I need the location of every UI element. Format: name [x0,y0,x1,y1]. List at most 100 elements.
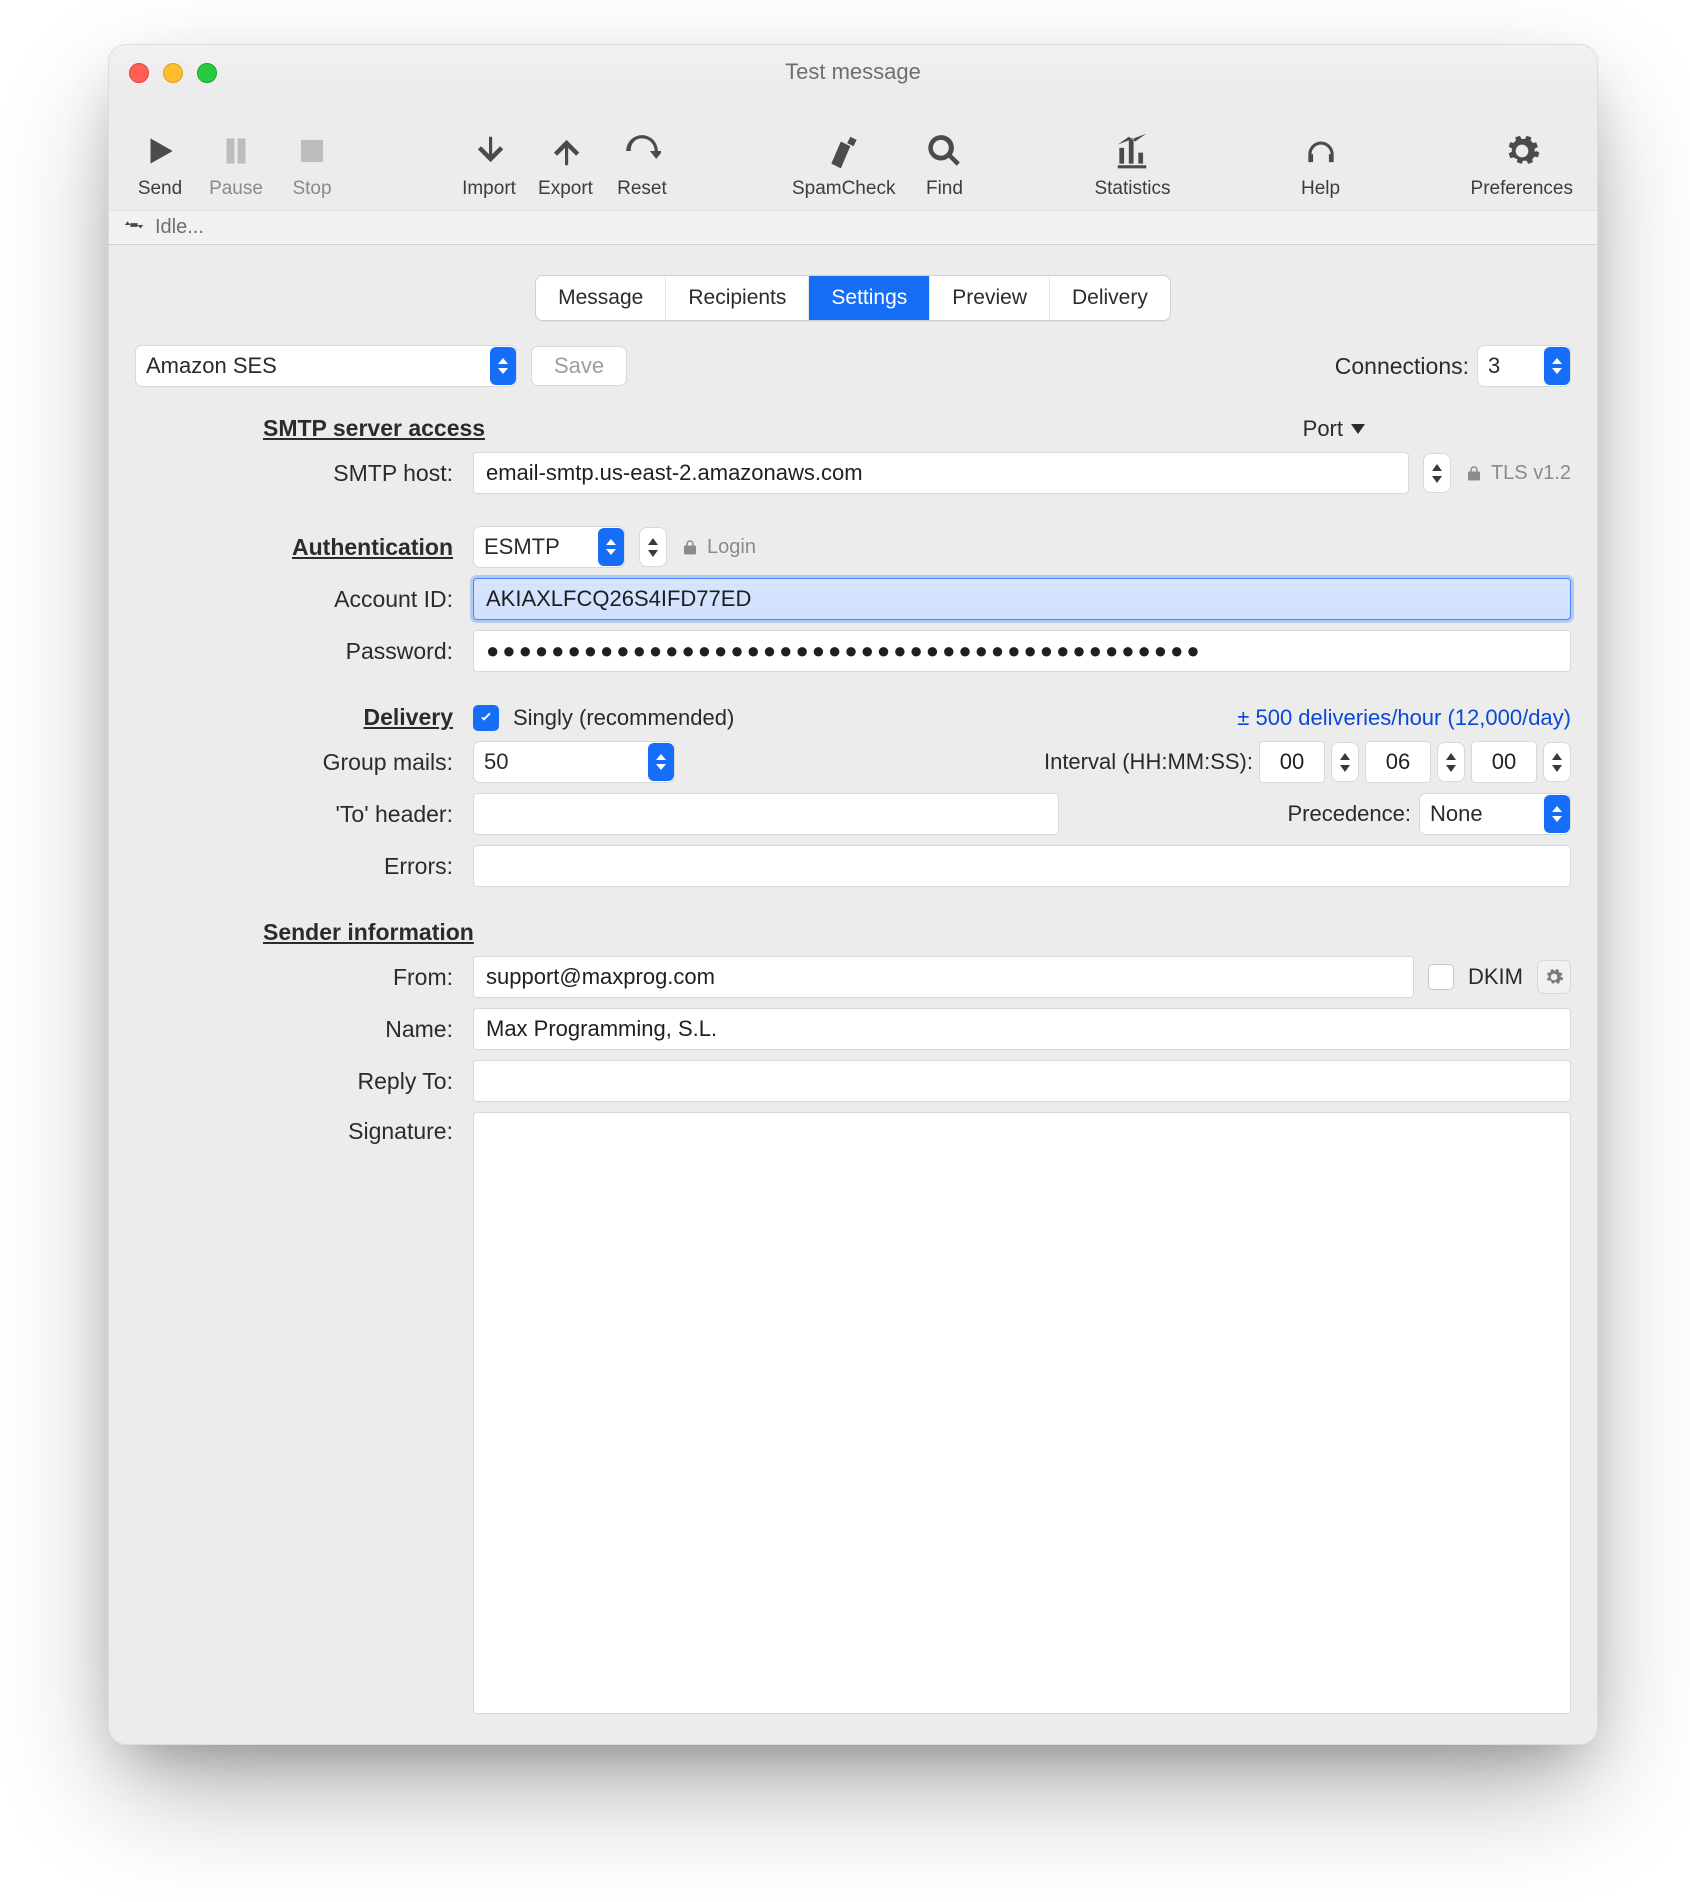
precedence-value: None [1420,801,1544,827]
account-id-input[interactable] [473,578,1571,620]
smtp-host-input[interactable] [473,452,1409,494]
interval-label: Interval (HH:MM:SS): [1044,749,1253,775]
interval-ss-stepper[interactable] [1543,742,1571,782]
save-button[interactable]: Save [531,346,627,386]
toolbar-label: Import [462,178,516,200]
status-text: Idle... [155,216,204,239]
brush-icon [825,132,863,170]
replyto-input[interactable] [473,1060,1571,1102]
precedence-select[interactable]: None [1419,793,1571,835]
chevron-updown-icon [648,743,674,781]
group-mails-value: 50 [474,749,648,775]
tls-label: TLS v1.2 [1491,462,1571,485]
search-icon [925,132,963,170]
group-mails-select[interactable]: 50 [473,741,675,783]
group-mails-label: Group mails: [135,749,459,776]
chevron-updown-icon [490,347,516,385]
tab-settings[interactable]: Settings [809,276,930,320]
close-icon[interactable] [129,63,149,83]
interval-mm-stepper[interactable] [1437,742,1465,782]
preferences-button[interactable]: Preferences [1471,132,1573,200]
headphones-icon [1302,132,1340,170]
auth-stepper[interactable] [639,527,667,567]
toolbar-label: Find [926,178,963,200]
signature-textarea[interactable] [473,1112,1571,1714]
signature-label: Signature: [135,1112,459,1145]
arrow-up-icon [546,132,584,170]
section-delivery: Delivery [135,704,459,731]
gear-icon [1544,967,1564,987]
toolbar-label: Pause [209,178,263,200]
help-button[interactable]: Help [1294,132,1348,200]
name-input[interactable] [473,1008,1571,1050]
lock-icon [681,537,699,557]
pause-icon [217,132,255,170]
account-id-label: Account ID: [135,586,459,613]
interval-hh-stepper[interactable] [1331,742,1359,782]
login-indicator: Login [681,536,756,559]
singly-checkbox[interactable] [473,705,499,731]
pause-button[interactable]: Pause [209,132,263,200]
settings-form: Amazon SES Save Connections: 3 SMTP serv… [109,345,1597,1744]
toolbar: Send Pause Stop Import Export Rese [109,100,1597,211]
send-button[interactable]: Send [133,132,187,200]
precedence-label: Precedence: [1287,801,1411,827]
port-button[interactable]: Port [1303,416,1365,442]
dkim-checkbox[interactable] [1428,964,1454,990]
dkim-label: DKIM [1468,964,1523,990]
errors-input[interactable] [473,845,1571,887]
reset-button[interactable]: Reset [615,132,669,200]
app-window: Test message Send Pause Stop Import [108,44,1598,1745]
status-icon [123,216,145,239]
interval-mm-input[interactable] [1365,741,1431,783]
stop-button[interactable]: Stop [285,132,339,200]
chevron-updown-icon [1544,795,1570,833]
statistics-button[interactable]: Statistics [1094,132,1170,200]
spamcheck-button[interactable]: SpamCheck [792,132,896,200]
toolbar-label: Send [138,178,182,200]
export-button[interactable]: Export [538,132,593,200]
tab-preview[interactable]: Preview [930,276,1050,320]
tab-recipients[interactable]: Recipients [666,276,809,320]
login-label: Login [707,536,756,559]
from-label: From: [135,964,459,991]
toolbar-label: Preferences [1471,178,1573,200]
import-button[interactable]: Import [462,132,516,200]
minimize-icon[interactable] [163,63,183,83]
toolbar-label: Reset [617,178,667,200]
auth-method-select[interactable]: ESMTP [473,526,625,568]
to-header-input[interactable] [473,793,1059,835]
name-label: Name: [135,1016,459,1043]
status-bar: Idle... [109,211,1597,245]
lock-icon [1465,463,1483,483]
tab-message[interactable]: Message [536,276,666,320]
connections-value: 3 [1478,353,1544,379]
find-button[interactable]: Find [917,132,971,200]
password-label: Password: [135,638,459,665]
provider-select[interactable]: Amazon SES [135,345,517,387]
rate-link[interactable]: ± 500 deliveries/hour (12,000/day) [1237,705,1571,731]
window-controls [129,63,217,83]
stats-icon [1113,132,1151,170]
arrow-down-icon [470,132,508,170]
section-smtp: SMTP server access [263,415,491,442]
window-title: Test message [785,59,921,85]
from-input[interactable] [473,956,1414,998]
connections-select[interactable]: 3 [1477,345,1571,387]
toolbar-label: SpamCheck [792,178,896,200]
interval-hh-input[interactable] [1259,741,1325,783]
chevron-updown-icon [1544,347,1570,385]
dkim-settings-button[interactable] [1537,960,1571,994]
toolbar-label: Stop [292,178,331,200]
gear-icon [1503,132,1541,170]
replyto-label: Reply To: [135,1068,459,1095]
connections-label: Connections: [1335,353,1469,380]
port-label: Port [1303,416,1343,442]
zoom-icon[interactable] [197,63,217,83]
tab-delivery[interactable]: Delivery [1050,276,1170,320]
auth-method-value: ESMTP [474,534,598,560]
password-input[interactable] [473,630,1571,672]
interval-ss-input[interactable] [1471,741,1537,783]
singly-label: Singly (recommended) [513,705,734,731]
smtp-host-stepper[interactable] [1423,453,1451,493]
